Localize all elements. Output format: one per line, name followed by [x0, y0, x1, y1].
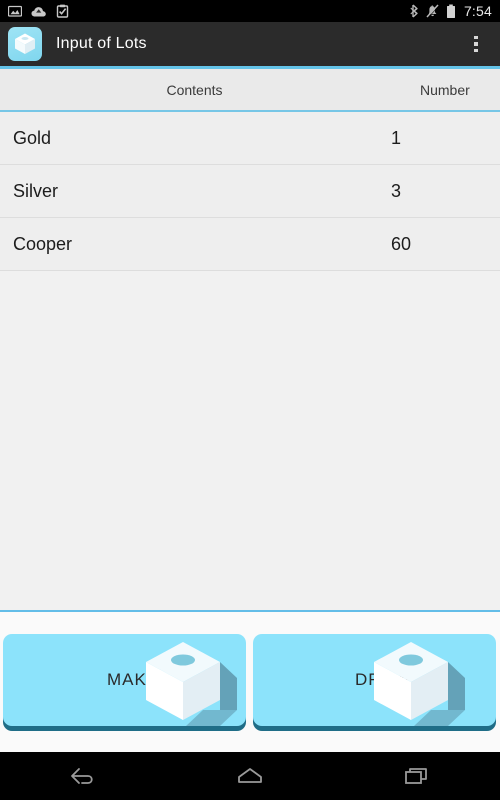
lot-box-glyph: [15, 33, 35, 54]
screenshot-icon: [8, 5, 22, 17]
lots-list: Contents Number Gold 1 Silver 3 Cooper 6…: [0, 69, 500, 610]
lot-box-icon: [374, 642, 465, 726]
status-notification-icons: [8, 4, 69, 18]
silent-mode-icon: [426, 4, 439, 18]
system-navigation-bar: [0, 752, 500, 800]
action-button-bar: MAKE DRAW: [0, 612, 500, 752]
cell-number: 60: [391, 233, 412, 254]
draw-button[interactable]: DRAW: [253, 634, 496, 726]
bluetooth-icon: [410, 4, 418, 18]
battery-icon: [446, 4, 455, 18]
column-header-number: Number: [420, 81, 470, 98]
lot-box-icon: [146, 642, 237, 726]
cell-contents: Cooper: [13, 233, 73, 254]
status-clock: 7:54: [463, 3, 492, 19]
clipboard-check-icon: [56, 4, 69, 18]
empty-list-area: [0, 271, 500, 610]
status-system-icons: 7:54: [410, 4, 492, 19]
app-screen: 7:54 Input of Lots Contents Number Gold: [0, 0, 500, 800]
lot-box-icon: [8, 27, 42, 61]
table-row[interactable]: Gold 1: [0, 112, 500, 165]
dot: [474, 48, 478, 53]
dot: [474, 42, 478, 46]
table-header-row: Contents Number: [0, 69, 500, 112]
home-icon[interactable]: [215, 754, 285, 798]
cloud-upload-icon: [31, 6, 46, 16]
column-header-contents: Contents: [166, 81, 223, 98]
dot: [474, 35, 478, 40]
recents-icon[interactable]: [382, 754, 452, 798]
status-bar: 7:54: [0, 0, 500, 22]
back-icon[interactable]: [48, 754, 118, 798]
cell-contents: Silver: [13, 180, 59, 201]
make-button[interactable]: MAKE: [3, 634, 246, 726]
cell-contents: Gold: [13, 127, 52, 148]
cell-number: 1: [391, 127, 402, 148]
cell-number: 3: [391, 180, 402, 201]
table-row[interactable]: Silver 3: [0, 165, 500, 218]
table-row[interactable]: Cooper 60: [0, 218, 500, 271]
overflow-menu-icon[interactable]: [458, 24, 494, 64]
action-bar: Input of Lots: [0, 22, 500, 66]
page-title: Input of Lots: [56, 35, 147, 52]
